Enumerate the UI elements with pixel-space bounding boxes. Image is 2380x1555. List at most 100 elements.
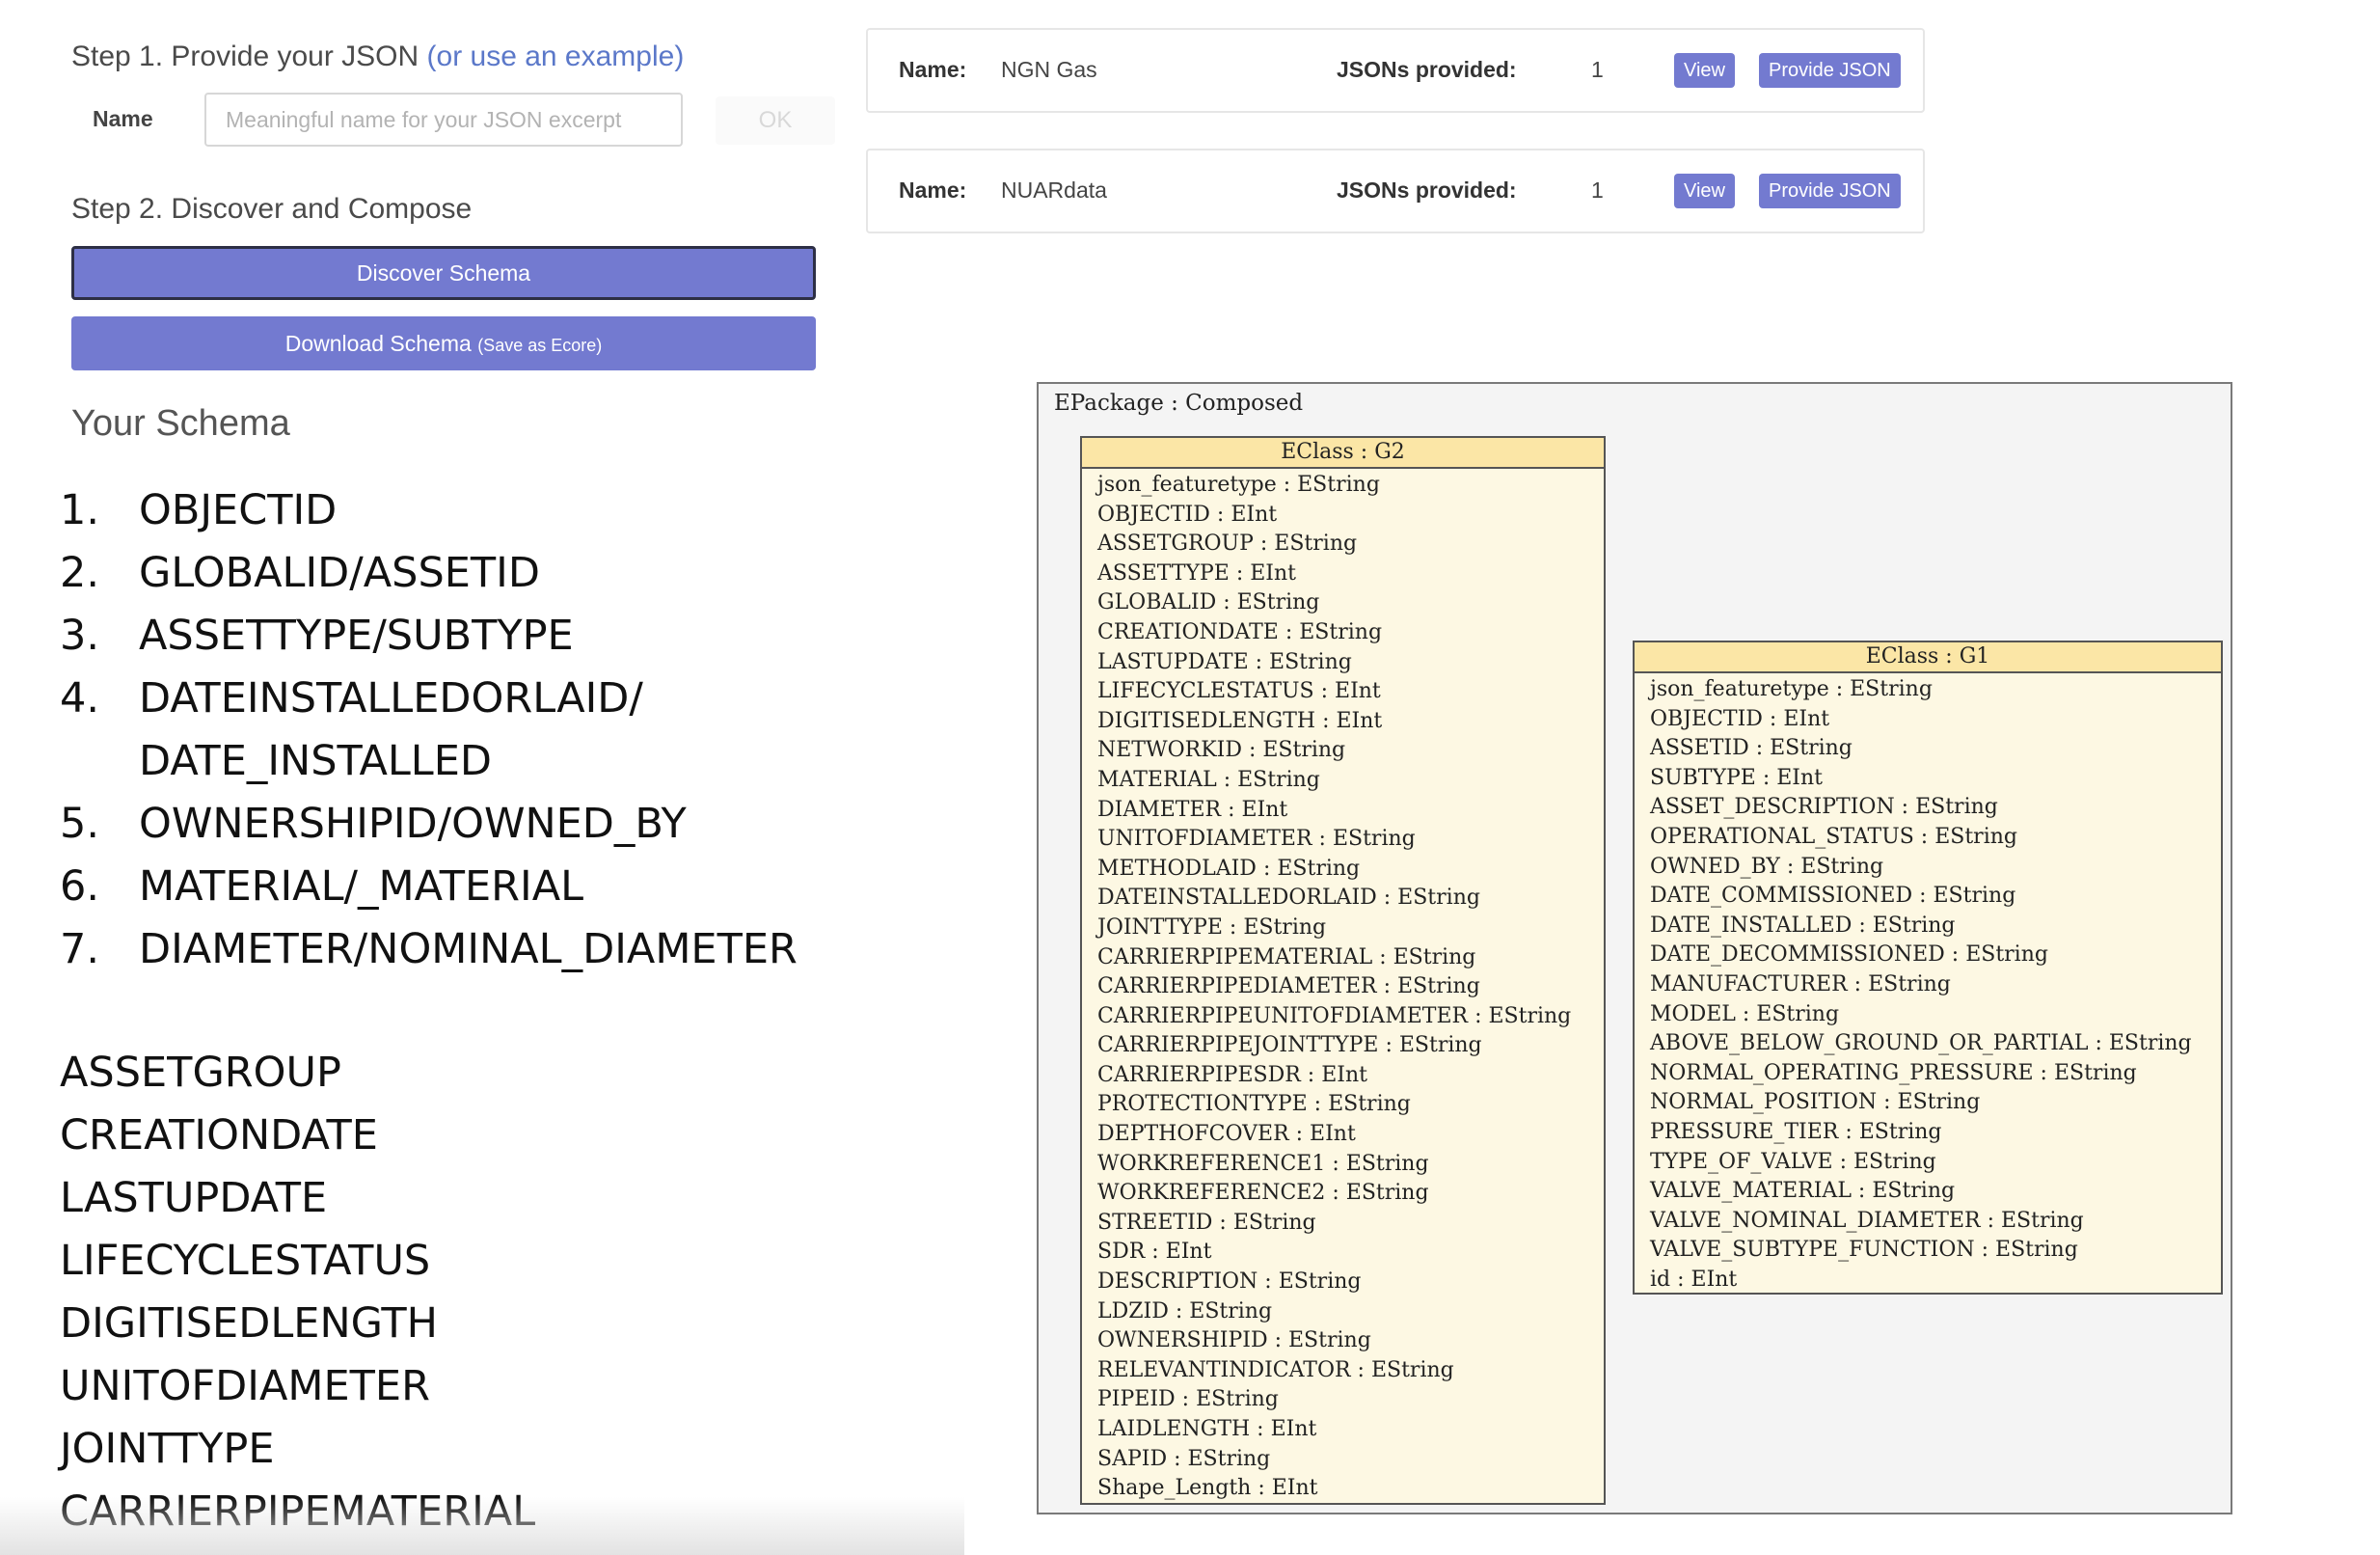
eclass-g1[interactable]: EClass : G1 json_featuretype : EString OB… (1633, 641, 2223, 1295)
schema-numbered-item: 4. DATEINSTALLEDORLAID/ (60, 668, 798, 730)
eattribute[interactable]: OBJECTID : EInt (1650, 705, 2221, 735)
eattribute[interactable]: OBJECTID : EInt (1097, 501, 1604, 531)
dataset-card: Name: NUARdata JSONs provided: 1 View Pr… (866, 149, 1925, 233)
step1-heading: Step 1. Provide your JSON (or use an exa… (71, 41, 684, 73)
provide-json-button[interactable]: Provide JSON (1759, 53, 1901, 88)
schema-numbered-list: 1. OBJECTID 2. GLOBALID/ASSETID 3. ASSETTYPE/… (60, 479, 798, 981)
eattribute[interactable]: LIFECYCLESTATUS : EInt (1097, 677, 1604, 707)
use-example-link[interactable]: (or use an example) (427, 41, 685, 72)
eattribute[interactable]: OWNED_BY : EString (1650, 853, 2221, 883)
provide-json-button[interactable]: Provide JSON (1759, 174, 1901, 208)
step2-heading: Step 2. Discover and Compose (71, 193, 473, 225)
eattribute[interactable]: NORMAL_OPERATING_PRESSURE : EString (1650, 1059, 2221, 1089)
schema-numbered-item: 3. ASSETTYPE/SUBTYPE (60, 605, 798, 668)
step1-title: Step 1. Provide your JSON (71, 41, 419, 72)
schema-numbered-item: 6. MATERIAL/_MATERIAL (60, 856, 798, 918)
download-schema-button[interactable]: Download Schema (Save as Ecore) (71, 316, 816, 370)
json-name-input[interactable] (204, 93, 683, 147)
eattribute[interactable]: CARRIERPIPEJOINTTYPE : EString (1097, 1031, 1604, 1061)
eattribute[interactable]: PRESSURE_TIER : EString (1650, 1118, 2221, 1148)
jsons-provided-count: 1 (1591, 57, 1604, 82)
name-label: Name (93, 106, 153, 131)
eattribute[interactable]: ASSET_DESCRIPTION : EString (1650, 793, 2221, 823)
scroll-fade (0, 1497, 964, 1555)
item-text: DIAMETER/NOMINAL_DIAMETER (139, 925, 798, 973)
schema-numbered-item: 5. OWNERSHIPID/OWNED_BY (60, 793, 798, 856)
eattribute[interactable]: json_featuretype : EString (1097, 471, 1604, 501)
item-number: 5. (60, 800, 100, 848)
epackage-diagram[interactable]: EPackage : Composed EClass : G2 json_fea… (1037, 382, 2232, 1514)
eattribute[interactable]: DIGITISEDLENGTH : EInt (1097, 707, 1604, 737)
eattribute[interactable]: DATE_INSTALLED : EString (1650, 912, 2221, 941)
eattribute[interactable]: STREETID : EString (1097, 1209, 1604, 1239)
eattribute[interactable]: ASSETGROUP : EString (1097, 530, 1604, 559)
item-number: 4. (60, 674, 100, 723)
eattribute[interactable]: GLOBALID : EString (1097, 588, 1604, 618)
eattribute[interactable]: CARRIERPIPESDR : EInt (1097, 1061, 1604, 1091)
eattribute[interactable]: CREATIONDATE : EString (1097, 618, 1604, 648)
item-number: 7. (60, 925, 100, 973)
eattribute[interactable]: DATE_COMMISSIONED : EString (1650, 882, 2221, 912)
item-text: MATERIAL/_MATERIAL (139, 862, 584, 911)
eattribute[interactable]: SUBTYPE : EInt (1650, 764, 2221, 794)
eclass-g2[interactable]: EClass : G2 json_featuretype : EString OB… (1080, 436, 1606, 1505)
eattribute[interactable]: MANUFACTURER : EString (1650, 970, 2221, 1000)
eattribute[interactable]: PROTECTIONTYPE : EString (1097, 1090, 1604, 1120)
eattribute[interactable]: ASSETID : EString (1650, 734, 2221, 764)
view-button[interactable]: View (1674, 174, 1735, 208)
eattribute[interactable]: WORKREFERENCE2 : EString (1097, 1179, 1604, 1209)
eattribute[interactable]: RELEVANTINDICATOR : EString (1097, 1356, 1604, 1386)
view-button[interactable]: View (1674, 53, 1735, 88)
eattribute[interactable]: LDZID : EString (1097, 1297, 1604, 1327)
eattribute[interactable]: NETWORKID : EString (1097, 736, 1604, 766)
eattribute[interactable]: VALVE_SUBTYPE_FUNCTION : EString (1650, 1236, 2221, 1266)
item-text: OWNERSHIPID/OWNED_BY (139, 800, 687, 848)
dataset-name: NGN Gas (1001, 57, 1097, 82)
eattribute[interactable]: WORKREFERENCE1 : EString (1097, 1150, 1604, 1180)
schema-plain-item: LIFECYCLESTATUS (60, 1237, 431, 1285)
eattribute[interactable]: DIAMETER : EInt (1097, 796, 1604, 826)
eattribute[interactable]: DATEINSTALLEDORLAID : EString (1097, 884, 1604, 914)
epackage-title: EPackage : Composed (1054, 391, 1304, 416)
item-text: DATEINSTALLEDORLAID/ (139, 674, 643, 723)
eattribute[interactable]: OWNERSHIPID : EString (1097, 1326, 1604, 1356)
eattribute[interactable]: NORMAL_POSITION : EString (1650, 1088, 2221, 1118)
schema-plain-item: CREATIONDATE (60, 1111, 378, 1159)
dataset-name: NUARdata (1001, 177, 1107, 203)
schema-numbered-item: 7. DIAMETER/NOMINAL_DIAMETER (60, 918, 798, 981)
eclass-g1-attributes: json_featuretype : EString OBJECTID : EIn… (1635, 673, 2221, 1295)
eattribute[interactable]: json_featuretype : EString (1650, 675, 2221, 705)
eattribute[interactable]: DATE_DECOMMISSIONED : EString (1650, 941, 2221, 970)
eattribute[interactable]: PIPEID : EString (1097, 1385, 1604, 1415)
eattribute[interactable]: Shape_Length : EInt (1097, 1474, 1604, 1504)
eattribute[interactable]: LAIDLENGTH : EInt (1097, 1415, 1604, 1445)
eattribute[interactable]: LASTUPDATE : EString (1097, 648, 1604, 678)
eattribute[interactable]: ASSETTYPE : EInt (1097, 559, 1604, 589)
eattribute[interactable]: CARRIERPIPEMATERIAL : EString (1097, 943, 1604, 973)
ok-button[interactable]: OK (716, 96, 835, 145)
eattribute[interactable]: id : EInt (1650, 1266, 2221, 1296)
dataset-name-label: Name: (899, 57, 967, 82)
schema-numbered-item: 1. OBJECTID (60, 479, 798, 542)
discover-schema-button[interactable]: Discover Schema (71, 246, 816, 300)
eattribute[interactable]: CARRIERPIPEUNITOFDIAMETER : EString (1097, 1002, 1604, 1032)
eattribute[interactable]: MODEL : EString (1650, 1000, 2221, 1030)
eattribute[interactable]: DEPTHOFCOVER : EInt (1097, 1120, 1604, 1150)
eattribute[interactable]: UNITOFDIAMETER : EString (1097, 825, 1604, 855)
eattribute[interactable]: OPERATIONAL_STATUS : EString (1650, 823, 2221, 853)
schema-numbered-item: DATE_INSTALLED (60, 730, 798, 793)
eattribute[interactable]: ABOVE_BELOW_GROUND_OR_PARTIAL : EString (1650, 1029, 2221, 1059)
schema-numbered-item: 2. GLOBALID/ASSETID (60, 542, 798, 605)
eattribute[interactable]: CARRIERPIPEDIAMETER : EString (1097, 972, 1604, 1002)
eattribute[interactable]: SAPID : EString (1097, 1445, 1604, 1475)
eclass-g2-attributes: json_featuretype : EString OBJECTID : EIn… (1082, 469, 1604, 1504)
eattribute[interactable]: METHODLAID : EString (1097, 855, 1604, 885)
eattribute[interactable]: JOINTTYPE : EString (1097, 914, 1604, 943)
eattribute[interactable]: SDR : EInt (1097, 1238, 1604, 1268)
eattribute[interactable]: VALVE_MATERIAL : EString (1650, 1177, 2221, 1207)
item-text: OBJECTID (139, 486, 338, 534)
eattribute[interactable]: VALVE_NOMINAL_DIAMETER : EString (1650, 1207, 2221, 1237)
eattribute[interactable]: DESCRIPTION : EString (1097, 1268, 1604, 1297)
eattribute[interactable]: TYPE_OF_VALVE : EString (1650, 1148, 2221, 1178)
eattribute[interactable]: MATERIAL : EString (1097, 766, 1604, 796)
